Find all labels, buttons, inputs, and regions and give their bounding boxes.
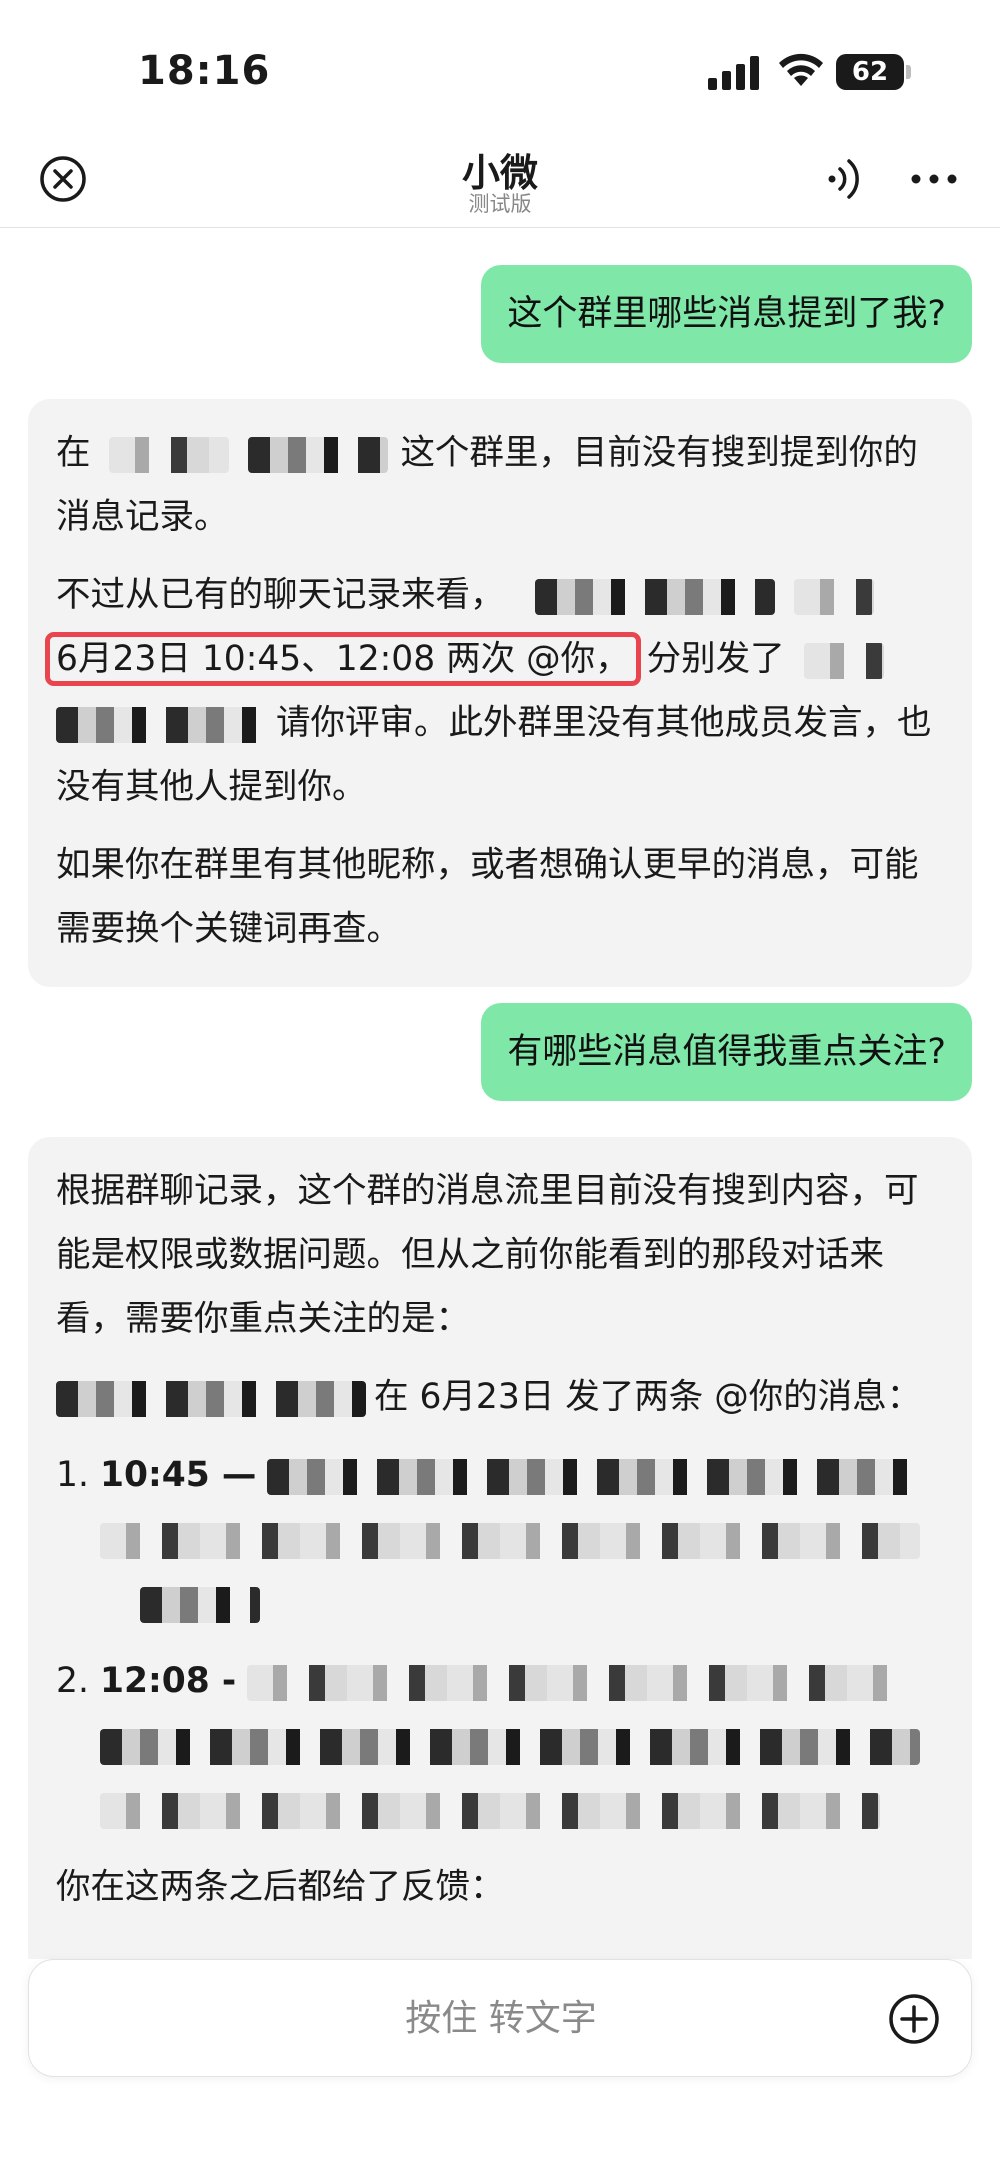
list-item-time: 10:45 —: [100, 1455, 257, 1495]
cellular-signal-icon: [708, 56, 759, 90]
wifi-icon: [779, 53, 823, 86]
highlighted-mention-dates: 6月23日 10:45、12:08 两次 @你，: [45, 632, 641, 686]
battery-tip: [906, 65, 911, 79]
redacted-text: [56, 706, 276, 743]
assistant-message[interactable]: 在 这个群里，目前没有搜到提到你的消息记录。 不过从已有的聊天记录来看， 6月2…: [28, 399, 972, 987]
redacted-text: [100, 1522, 920, 1559]
redacted-text: [247, 1664, 898, 1701]
message-paragraph: 你在这两条之后都给了反馈：: [56, 1867, 505, 1907]
battery-percent: 62: [851, 57, 889, 87]
list-number: 2.: [56, 1661, 89, 1701]
redacted-text: [140, 1586, 260, 1623]
message-text: 分别发了: [646, 639, 785, 679]
redacted-text: [109, 436, 230, 473]
redacted-text: [248, 436, 389, 473]
redacted-text: [803, 642, 884, 679]
redacted-text: [794, 578, 875, 615]
list-number: 1.: [56, 1455, 89, 1495]
redacted-text: [100, 1728, 920, 1765]
input-area: 按住 转文字: [0, 1959, 1000, 2173]
message-paragraph: 在 这个群里，目前没有搜到提到你的消息记录。: [56, 421, 944, 549]
message-list: 1. 10:45 — 2. 12:08 -: [56, 1443, 944, 1841]
redacted-text: [535, 578, 776, 615]
status-bar: 18:16 62: [0, 0, 1000, 140]
speaker-icon[interactable]: [824, 156, 864, 202]
message-paragraph: 根据群聊记录，这个群的消息流里目前没有搜到内容，可能是权限或数据问题。但从之前你…: [56, 1171, 919, 1339]
hold-to-talk-button[interactable]: 按住 转文字: [28, 1959, 972, 2077]
list-item-time: 12:08 -: [100, 1661, 237, 1701]
message-text: 在 6月23日 发了两条 @你的消息：: [374, 1377, 922, 1417]
user-message[interactable]: 这个群里哪些消息提到了我?: [481, 265, 972, 363]
battery-icon: 62: [836, 54, 904, 90]
message-paragraph: 如果你在群里有其他昵称，或者想确认更早的消息，可能需要换个关键词再查。: [56, 845, 919, 949]
message-paragraph: 不过从已有的聊天记录来看， 6月23日 10:45、12:08 两次 @你， 分…: [45, 563, 944, 819]
message-paragraph: 在 6月23日 发了两条 @你的消息：: [56, 1365, 944, 1429]
chat-area[interactable]: 这个群里哪些消息提到了我? 在 这个群里，目前没有搜到提到你的消息记录。 不过从…: [0, 229, 1000, 1959]
list-item: 2. 12:08 -: [56, 1649, 944, 1841]
more-icon[interactable]: [910, 164, 958, 194]
hold-to-talk-label: 按住 转文字: [405, 1998, 597, 2039]
nav-bar: 小微 测试版: [0, 140, 1000, 228]
user-message[interactable]: 有哪些消息值得我重点关注?: [481, 1003, 972, 1101]
redacted-text: [100, 1792, 880, 1829]
message-text: 不过从已有的聊天记录来看，: [56, 575, 505, 615]
redacted-text: [267, 1458, 918, 1495]
message-text: 在: [56, 433, 91, 473]
list-item: 1. 10:45 —: [56, 1443, 944, 1635]
redacted-text: [56, 1380, 366, 1417]
assistant-message[interactable]: 根据群聊记录，这个群的消息流里目前没有搜到内容，可能是权限或数据问题。但从之前你…: [28, 1137, 972, 1959]
plus-icon[interactable]: [887, 1992, 941, 2046]
status-time: 18:16: [138, 48, 271, 94]
